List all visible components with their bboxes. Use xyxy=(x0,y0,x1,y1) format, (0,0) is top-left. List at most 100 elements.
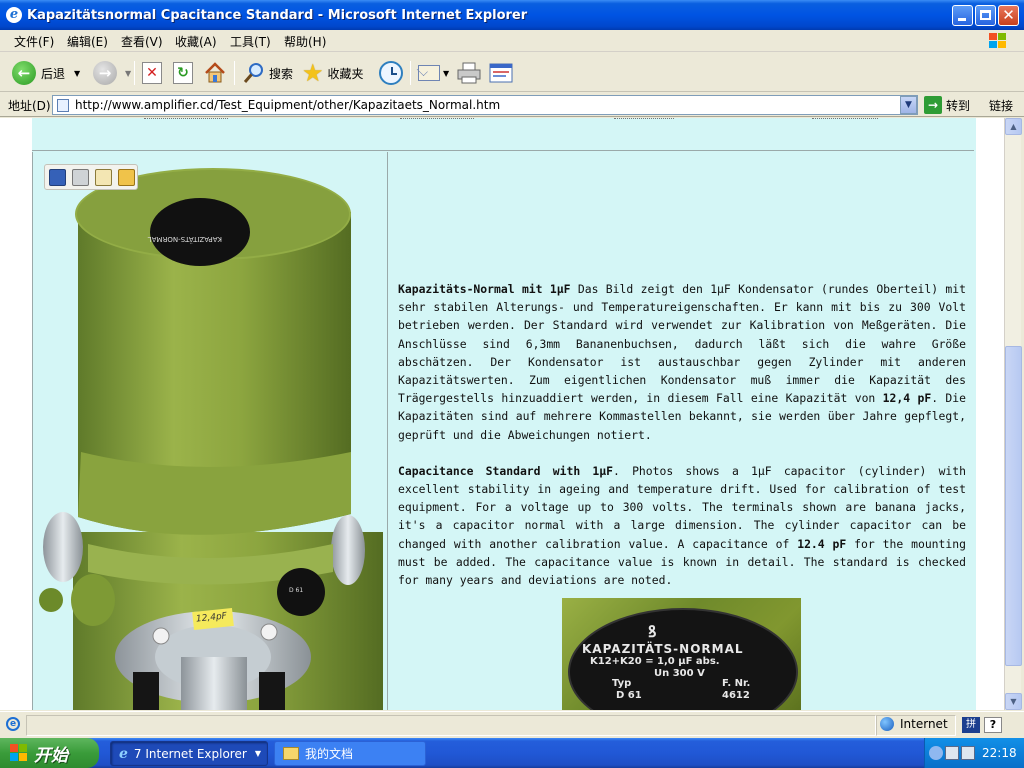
edit-page-icon xyxy=(489,63,513,83)
my-pictures-icon[interactable] xyxy=(118,168,135,186)
page-icon xyxy=(57,99,69,112)
history-clock-icon xyxy=(379,61,403,85)
stop-icon: ✕ xyxy=(142,62,162,84)
label-voltage: Un 300 V xyxy=(654,668,705,679)
mail-icon xyxy=(416,65,440,81)
address-label: 地址(D) xyxy=(8,99,51,113)
sr-logo-icon: ꝸ xyxy=(648,622,657,641)
globe-icon xyxy=(880,717,894,731)
taskbar: 开始 e 7 Internet Explorer ▼ 我的文档 22:18 xyxy=(0,738,1024,768)
ie-task-label: 7 Internet Explorer xyxy=(133,746,247,761)
ime-icon[interactable]: 拼 xyxy=(962,717,980,733)
german-paragraph: Kapazitäts-Normal mit 1µF Das Bild zeigt… xyxy=(398,280,966,444)
links-button[interactable]: 链接 xyxy=(989,97,1013,114)
favorites-button[interactable]: ★ 收藏夹 xyxy=(302,59,364,87)
scroll-thumb[interactable] xyxy=(1005,346,1022,666)
search-button[interactable]: 搜索 xyxy=(242,59,293,87)
my-documents-label: 我的文档 xyxy=(305,747,354,761)
mail-button[interactable]: ▼ xyxy=(416,59,449,87)
search-label: 搜索 xyxy=(269,66,294,81)
scroll-down-button[interactable]: ▼ xyxy=(1005,693,1022,710)
print-image-icon[interactable] xyxy=(72,168,89,186)
english-heading: Capacitance Standard with 1µF xyxy=(398,463,613,478)
label-typ: Typ xyxy=(612,678,632,689)
taskbar-ie-group[interactable]: e 7 Internet Explorer ▼ xyxy=(110,741,268,766)
german-capacitance: 12,4 pF xyxy=(882,391,932,406)
task-group-dropdown-icon: ▼ xyxy=(254,749,261,758)
address-dropdown-button[interactable]: ▼ xyxy=(900,96,917,114)
email-image-icon[interactable] xyxy=(95,168,112,186)
network-icon[interactable] xyxy=(945,746,959,760)
home-icon xyxy=(205,62,225,83)
taskbar-my-documents[interactable]: 我的文档 xyxy=(274,741,426,766)
start-label: 开始 xyxy=(34,745,68,766)
menu-view[interactable]: 查看(V) xyxy=(121,33,163,50)
image-toolbar xyxy=(44,164,138,190)
windows-flag-icon xyxy=(10,744,28,762)
scroll-up-button[interactable]: ▲ xyxy=(1005,118,1022,135)
page-status-icon: e xyxy=(6,717,20,731)
label-title: KAPAZITÄTS-NORMAL xyxy=(582,642,744,656)
start-button[interactable]: 开始 xyxy=(0,738,99,768)
home-button[interactable] xyxy=(203,59,227,87)
english-capacitance: 12.4 pF xyxy=(797,536,847,551)
svg-text:KAPAZITÄTS-NORMAL: KAPAZITÄTS-NORMAL xyxy=(148,235,222,244)
label-typ-value: D 61 xyxy=(616,690,642,701)
menu-edit[interactable]: 编辑(E) xyxy=(67,33,108,50)
printer-icon xyxy=(457,62,481,84)
refresh-button[interactable]: ↻ xyxy=(173,59,193,87)
label-closeup-photo: ꝸ KAPAZITÄTS-NORMAL K12+K20 = 1,0 µF abs… xyxy=(562,598,801,710)
status-text-pane xyxy=(26,715,876,736)
refresh-icon: ↻ xyxy=(173,62,193,84)
save-image-icon[interactable] xyxy=(49,168,66,186)
maximize-button[interactable] xyxy=(975,5,996,26)
address-bar: 地址(D) http://www.amplifier.cd/Test_Equip… xyxy=(0,93,1024,117)
label-capacitance: K12+K20 = 1,0 µF abs. xyxy=(590,656,720,667)
mail-dropdown-icon[interactable]: ▼ xyxy=(443,69,449,78)
close-button[interactable]: ✕ xyxy=(998,5,1019,26)
edit-page-button[interactable] xyxy=(488,59,514,87)
clock[interactable]: 22:18 xyxy=(982,746,1017,760)
search-icon xyxy=(243,63,263,83)
forward-button[interactable]: → ▼ xyxy=(93,59,131,87)
go-label: 转到 xyxy=(946,98,971,113)
go-arrow-icon: → xyxy=(924,96,942,114)
internet-zone: Internet xyxy=(880,717,948,731)
volume-icon[interactable] xyxy=(961,746,975,760)
address-input[interactable]: http://www.amplifier.cd/Test_Equipment/o… xyxy=(52,95,918,115)
back-button[interactable]: ← 后退 ▼ xyxy=(12,59,80,87)
vertical-scrollbar[interactable]: ▲ ▼ xyxy=(1004,118,1022,710)
menu-help[interactable]: 帮助(H) xyxy=(284,33,326,50)
english-paragraph: Capacitance Standard with 1µF. Photos sh… xyxy=(398,462,966,589)
stop-button[interactable]: ✕ xyxy=(142,59,162,87)
toolbar: ← 后退 ▼ → ▼ ✕ ↻ 搜索 ★ 收藏夹 ▼ xyxy=(0,53,1024,92)
tray-nav-icon[interactable] xyxy=(929,746,943,760)
menu-bar: 文件(F) 编辑(E) 查看(V) 收藏(A) 工具(T) 帮助(H) xyxy=(0,30,1024,52)
window-title: Kapazitätsnormal Cpacitance Standard - M… xyxy=(27,8,528,23)
folder-icon xyxy=(283,747,299,760)
menu-tools[interactable]: 工具(T) xyxy=(230,33,271,50)
system-tray: 22:18 xyxy=(924,738,1024,768)
help-icon[interactable]: ? xyxy=(984,717,1002,733)
german-heading: Kapazitäts-Normal mit 1µF xyxy=(398,282,571,296)
article-text: Kapazitäts-Normal mit 1µF Das Bild zeigt… xyxy=(398,280,966,589)
favorites-star-icon: ★ xyxy=(302,59,324,87)
page-content: KAPAZITÄTS-NORMAL D 61 12,4pF Kapazitäts… xyxy=(0,118,1004,710)
menu-file[interactable]: 文件(F) xyxy=(14,33,54,50)
zone-label: Internet xyxy=(900,717,948,731)
menu-favorites[interactable]: 收藏(A) xyxy=(175,33,217,50)
capacitor-photo-cell: KAPAZITÄTS-NORMAL D 61 12,4pF xyxy=(32,152,388,710)
go-button[interactable]: → 转到 xyxy=(924,96,970,114)
back-dropdown-icon[interactable]: ▼ xyxy=(74,69,80,78)
capacitor-photo: KAPAZITÄTS-NORMAL D 61 xyxy=(39,168,383,710)
svg-text:D 61: D 61 xyxy=(289,587,303,594)
title-bar: e Kapazitätsnormal Cpacitance Standard -… xyxy=(0,0,1024,30)
german-text-1: Das Bild zeigt den 1µF Kondensator (rund… xyxy=(398,282,966,406)
table-divider xyxy=(32,150,974,151)
forward-dropdown-icon[interactable]: ▼ xyxy=(125,69,131,78)
history-button[interactable] xyxy=(379,59,403,87)
minimize-button[interactable] xyxy=(952,5,973,26)
print-button[interactable] xyxy=(456,59,482,87)
address-url[interactable]: http://www.amplifier.cd/Test_Equipment/o… xyxy=(75,98,500,112)
label-fnr: F. Nr. xyxy=(722,678,751,689)
